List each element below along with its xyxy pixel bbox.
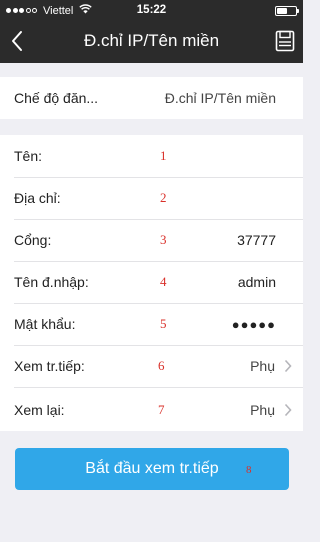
live-view-stream-value: Phụ [250,358,275,374]
header: Viettel 15:22 Đ.chỉ IP/Tên miền [0,0,303,63]
page-title: Đ.chỉ IP/Tên miền [83,31,220,50]
chevron-right-icon [284,403,292,417]
live-view-label: Xem tr.tiếp: [14,358,85,374]
chevron-right-icon [284,359,292,373]
live-view-stream-row[interactable]: Xem tr.tiếp: 6 Phụ [0,345,303,387]
annotation-marker-6: 6 [158,358,165,373]
playback-label: Xem lại: [14,402,65,418]
save-button[interactable] [275,30,295,52]
floppy-disk-icon [275,30,295,52]
login-mode-label: Chế độ đăn... [14,90,99,106]
nav-bar: Đ.chỉ IP/Tên miền [0,20,303,63]
name-label: Tên: [14,148,43,164]
annotation-marker-1: 1 [160,148,167,163]
port-field-row[interactable]: Cổng: 3 37777 [0,219,303,261]
device-fields-section: Tên: 1 Địa chỉ: 2 Cổng: 3 37777 Tên đ.nh… [0,135,303,431]
login-mode-value: Đ.chỉ IP/Tên miền [164,90,276,106]
login-mode-section: Chế độ đăn... Đ.chỉ IP/Tên miền [0,77,303,119]
login-mode-row[interactable]: Chế độ đăn... Đ.chỉ IP/Tên miền [0,77,303,119]
divider [14,387,303,388]
battery-icon [275,6,299,16]
playback-stream-value: Phụ [250,402,275,418]
annotation-marker-4: 4 [160,274,167,289]
address-label: Địa chỉ: [14,190,61,206]
port-label: Cổng: [14,232,52,248]
status-time: 15:22 [136,4,167,16]
name-field-row[interactable]: Tên: 1 [0,135,303,177]
username-value[interactable]: admin [238,274,276,290]
annotation-marker-7: 7 [158,402,165,417]
username-field-row[interactable]: Tên đ.nhập: 4 admin [0,261,303,303]
address-field-row[interactable]: Địa chỉ: 2 [0,177,303,219]
annotation-marker-3: 3 [160,232,167,247]
annotation-marker-5: 5 [160,316,167,331]
password-value[interactable]: ●●●●● [232,317,276,332]
port-value[interactable]: 37777 [237,232,276,248]
password-label: Mật khẩu: [14,316,76,332]
status-bar: Viettel 15:22 [0,0,303,20]
playback-stream-row[interactable]: Xem lại: 7 Phụ [0,389,303,431]
annotation-marker-8: 8 [246,464,252,476]
username-label: Tên đ.nhập: [14,274,89,290]
password-field-row[interactable]: Mật khẩu: 5 ●●●●● [0,303,303,345]
annotation-marker-2: 2 [160,190,167,205]
